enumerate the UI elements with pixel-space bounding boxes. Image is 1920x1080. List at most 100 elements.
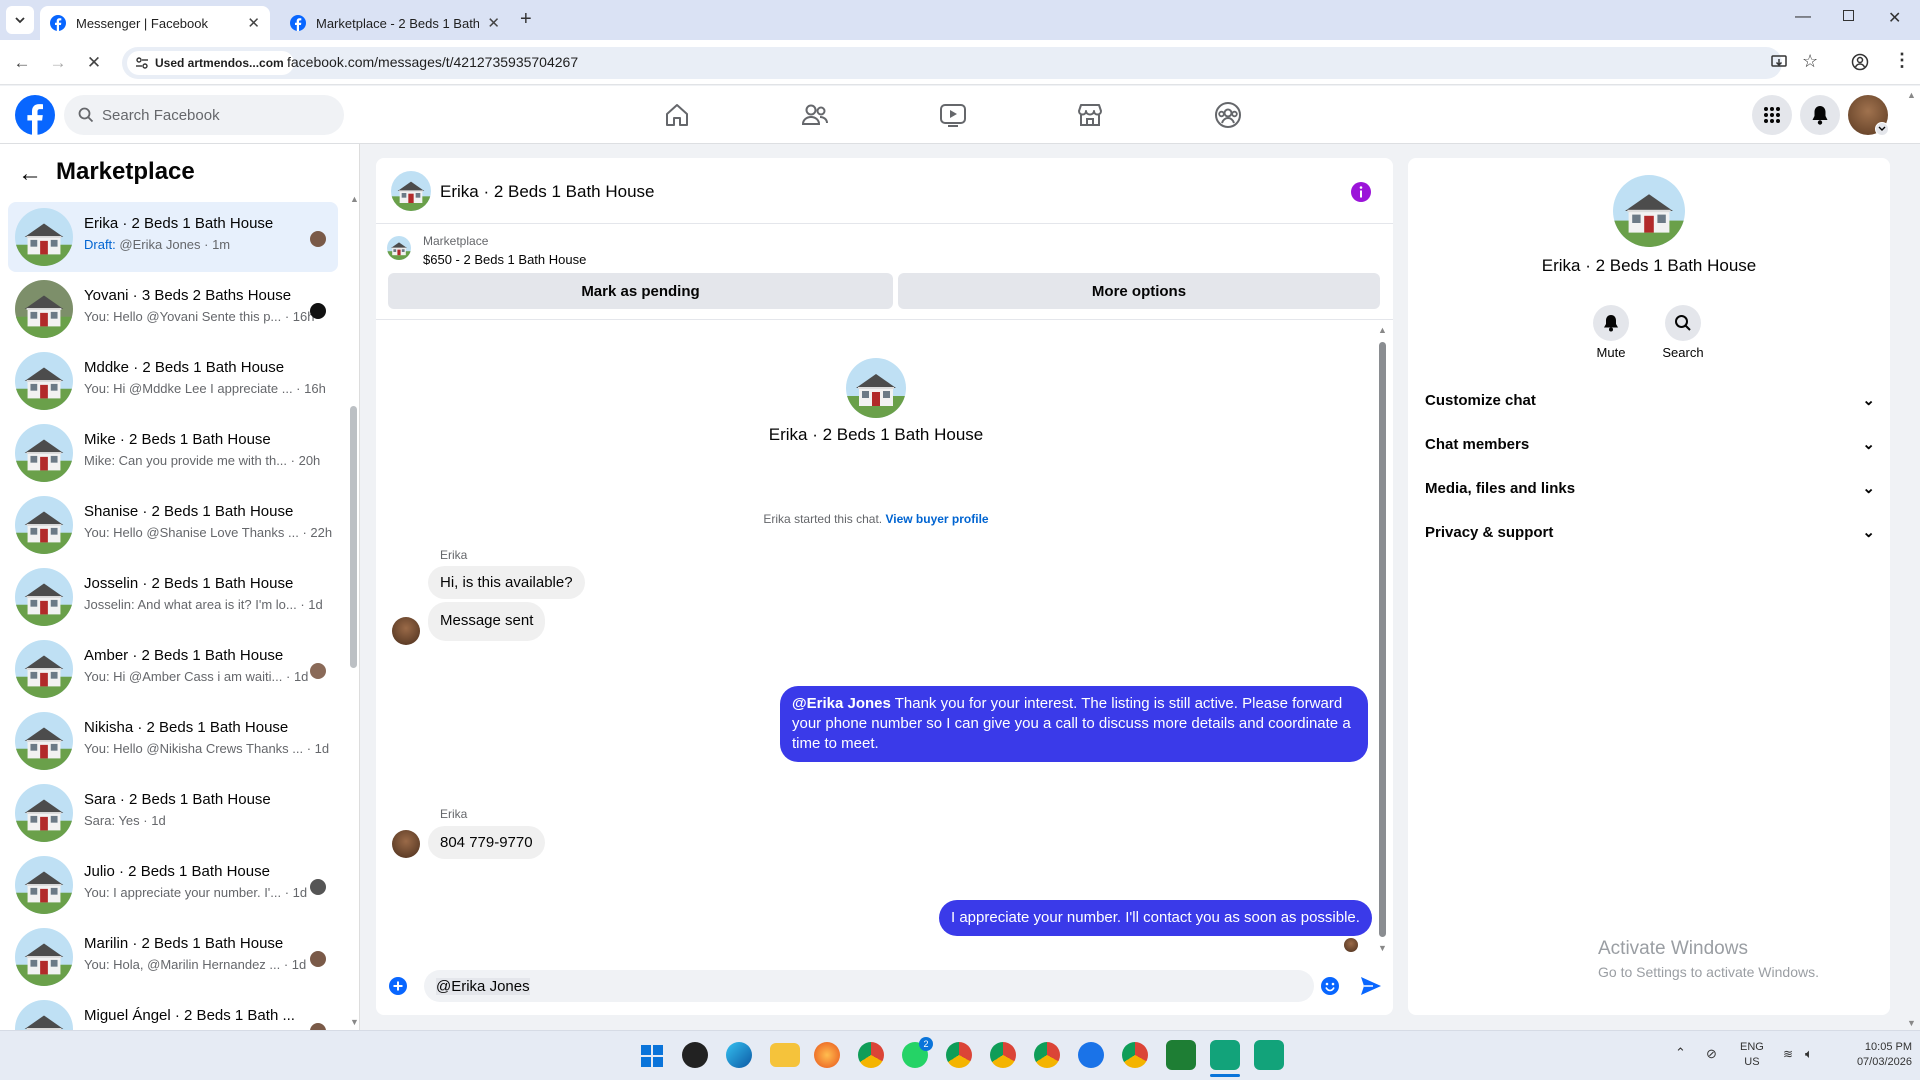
sender-avatar[interactable]: [392, 617, 420, 645]
forward-button[interactable]: →: [44, 49, 72, 77]
incoming-message[interactable]: 804 779-9770: [428, 826, 545, 859]
incoming-message[interactable]: Hi, is this available?: [428, 566, 585, 599]
sidebar-scrollbar-thumb[interactable]: [350, 406, 357, 668]
page-scroll-up-arrow[interactable]: ▲: [1907, 90, 1916, 100]
marketplace-icon[interactable]: [1073, 100, 1107, 130]
conversation-item[interactable]: Marilin · 2 Beds 1 Bath House You: Hola, …: [8, 922, 338, 992]
minimize-button[interactable]: —: [1795, 8, 1811, 26]
bookmark-star-icon[interactable]: ☆: [1802, 51, 1818, 72]
clock[interactable]: 10:05 PM 07/03/2026: [1832, 1040, 1912, 1070]
chevron-down-icon: ⌄: [1862, 392, 1875, 409]
page-scroll-down-arrow[interactable]: ▼: [1907, 1018, 1916, 1028]
app-icon-blue[interactable]: [1078, 1042, 1104, 1068]
conversation-item[interactable]: Amber · 2 Beds 1 Bath House You: Hi @Ambe…: [8, 634, 338, 704]
message-input-value[interactable]: @Erika Jones: [436, 978, 530, 995]
search-input[interactable]: Search Facebook: [64, 95, 344, 135]
info-avatar[interactable]: [1613, 175, 1685, 247]
close-tab-icon[interactable]: ✕: [487, 14, 500, 32]
sidebar-scroll-up[interactable]: ▲: [350, 194, 359, 204]
mute-button[interactable]: [1593, 305, 1629, 341]
info-icon[interactable]: [1350, 181, 1372, 203]
menu-grid-icon[interactable]: [1752, 95, 1792, 135]
chat-title[interactable]: Erika · 2 Beds 1 Bath House: [440, 182, 655, 202]
chat-intro-avatar[interactable]: [846, 358, 906, 418]
browser-menu-icon[interactable]: ⋮: [1893, 50, 1911, 71]
tray-chevron-icon[interactable]: ⌃: [1675, 1045, 1686, 1061]
conversation-item[interactable]: Mike · 2 Beds 1 Bath House Mike: Can you …: [8, 418, 338, 488]
bell-icon: [1604, 315, 1618, 332]
chrome-profile-icon[interactable]: [1122, 1042, 1148, 1068]
mark-as-pending-button[interactable]: Mark as pending: [388, 273, 893, 309]
media-files-links-section[interactable]: Media, files and links ⌄: [1425, 479, 1875, 498]
windows-start-icon[interactable]: [641, 1045, 663, 1067]
profile-icon[interactable]: [1851, 53, 1869, 71]
wifi-icon[interactable]: ≋: [1783, 1047, 1793, 1061]
friends-icon[interactable]: [798, 100, 832, 130]
conversation-preview: You: Hello @Shanise Love Thanks ... · 22…: [84, 525, 332, 540]
back-button[interactable]: ←: [8, 49, 36, 77]
conversation-item[interactable]: Mddke · 2 Beds 1 Bath House You: Hi @Mddk…: [8, 346, 338, 416]
close-tab-icon[interactable]: ✕: [247, 14, 260, 32]
conversation-item[interactable]: Sara · 2 Beds 1 Bath House Sara: Yes · 1d: [8, 778, 338, 848]
mention[interactable]: @Erika Jones: [792, 695, 891, 712]
volume-icon[interactable]: 🔈︎: [1805, 1046, 1813, 1062]
conversation-item[interactable]: Nikisha · 2 Beds 1 Bath House You: Hello …: [8, 706, 338, 776]
listing-detail[interactable]: $650 - 2 Beds 1 Bath House: [423, 252, 586, 267]
tab-marketplace[interactable]: Marketplace - 2 Beds 1 Bath Ho ✕: [280, 6, 510, 40]
chat-scrollbar-thumb[interactable]: [1379, 342, 1386, 937]
install-app-icon[interactable]: [1770, 53, 1788, 71]
groups-icon[interactable]: [1211, 100, 1245, 130]
facebook-logo[interactable]: [15, 95, 55, 135]
edge-icon[interactable]: [726, 1042, 752, 1068]
restore-button[interactable]: [1843, 10, 1854, 21]
new-tab-button[interactable]: +: [520, 8, 532, 31]
customize-chat-section[interactable]: Customize chat ⌄: [1425, 391, 1875, 410]
chat-header-avatar[interactable]: [391, 171, 431, 211]
chrome-profile-icon[interactable]: [990, 1042, 1016, 1068]
url-text[interactable]: facebook.com/messages/t/4212735935704267: [287, 54, 578, 70]
notifications-bell-icon[interactable]: [1800, 95, 1840, 135]
network-off-icon[interactable]: ⊘: [1706, 1046, 1717, 1062]
tab-messenger[interactable]: Messenger | Facebook ✕: [40, 6, 270, 40]
chat-scroll-down[interactable]: ▼: [1378, 943, 1387, 953]
conversation-item[interactable]: Josselin · 2 Beds 1 Bath House Josselin: …: [8, 562, 338, 632]
video-icon[interactable]: [936, 100, 970, 130]
conversation-item[interactable]: Yovani · 3 Beds 2 Baths House You: Hello …: [8, 274, 338, 344]
stop-loading-button[interactable]: ✕: [80, 49, 108, 77]
privacy-support-section[interactable]: Privacy & support ⌄: [1425, 523, 1875, 542]
conversation-item[interactable]: Julio · 2 Beds 1 Bath House You: I apprec…: [8, 850, 338, 920]
message-input[interactable]: [424, 970, 1314, 1002]
plus-icon[interactable]: [388, 976, 408, 996]
outgoing-message[interactable]: @Erika Jones Thank you for your interest…: [780, 686, 1368, 762]
chat-members-section[interactable]: Chat members ⌄: [1425, 435, 1875, 454]
more-options-button[interactable]: More options: [898, 273, 1380, 309]
home-icon[interactable]: [660, 100, 694, 130]
chat-scroll-up[interactable]: ▲: [1378, 325, 1387, 335]
sidebar-scroll-down[interactable]: ▼: [350, 1017, 359, 1027]
chrome-profile-icon[interactable]: [946, 1042, 972, 1068]
tab-search-button[interactable]: [6, 6, 34, 34]
conversation-item[interactable]: Erika · 2 Beds 1 Bath House Draft: @Erika…: [8, 202, 338, 272]
listing-thumbnail[interactable]: [387, 236, 411, 260]
emoji-icon[interactable]: [1320, 976, 1340, 996]
language-indicator[interactable]: ENG US: [1740, 1040, 1764, 1070]
close-window-button[interactable]: ✕: [1888, 8, 1901, 28]
site-info-chip[interactable]: Used artmendos...com: [127, 51, 294, 75]
account-chevron-icon[interactable]: [1875, 122, 1889, 136]
app-icon-green[interactable]: [1166, 1040, 1196, 1070]
outgoing-message[interactable]: I appreciate your number. I'll contact y…: [939, 900, 1372, 936]
conversation-item[interactable]: Shanise · 2 Beds 1 Bath House You: Hello …: [8, 490, 338, 560]
sheets-app-icon[interactable]: [1210, 1040, 1240, 1070]
back-arrow-icon[interactable]: ←: [18, 160, 42, 188]
chrome-icon[interactable]: [858, 1042, 884, 1068]
app-icon-dark[interactable]: [682, 1042, 708, 1068]
firefox-icon[interactable]: [814, 1042, 840, 1068]
search-in-chat-button[interactable]: [1665, 305, 1701, 341]
sheets-app-icon[interactable]: [1254, 1040, 1284, 1070]
sender-avatar[interactable]: [392, 830, 420, 858]
file-explorer-icon[interactable]: [770, 1043, 800, 1067]
view-buyer-profile-link[interactable]: View buyer profile: [885, 512, 988, 526]
incoming-message[interactable]: Message sent: [428, 602, 546, 641]
send-icon[interactable]: [1360, 976, 1382, 996]
chrome-profile-icon[interactable]: [1034, 1042, 1060, 1068]
